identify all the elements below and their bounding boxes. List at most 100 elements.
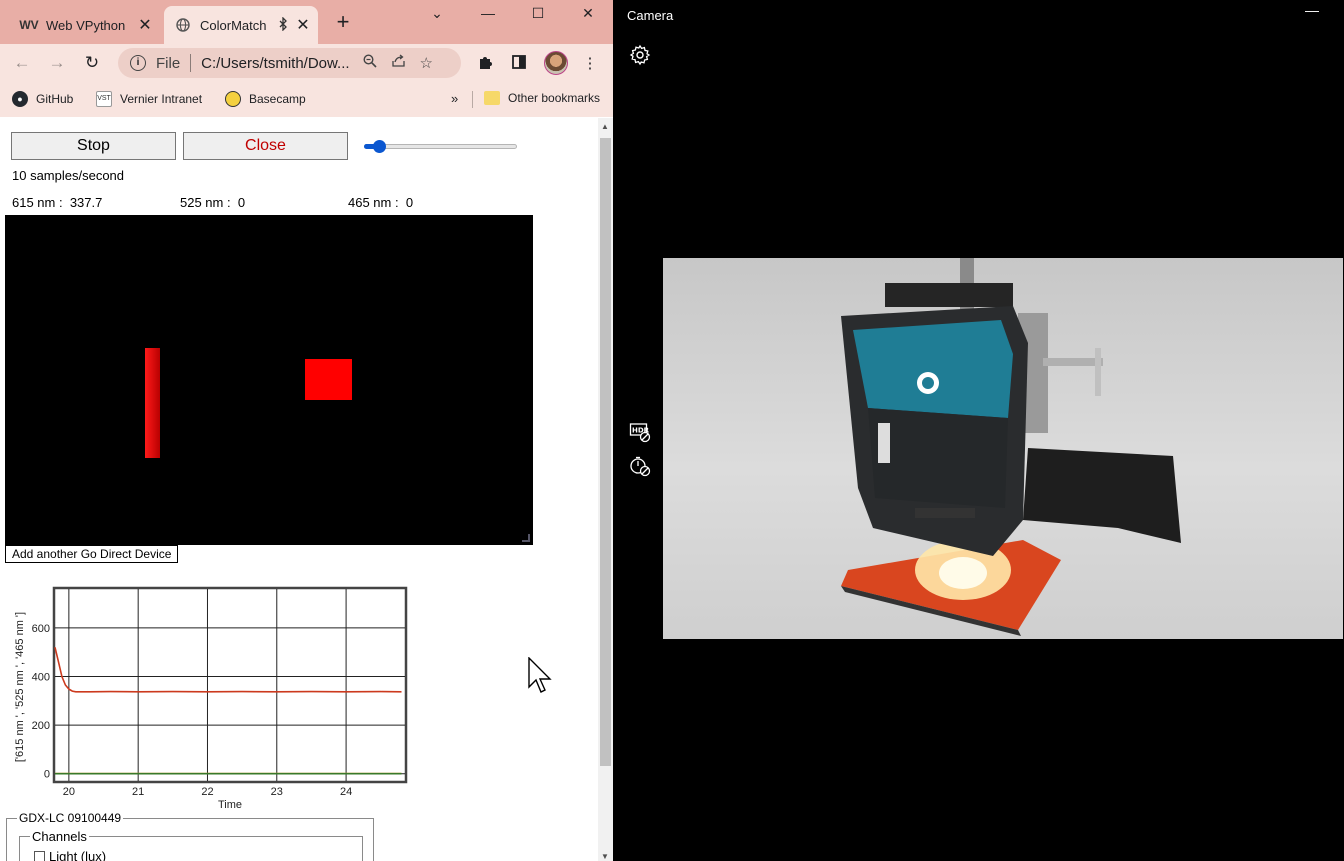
reading-465nm: 465 nm : 0 [348,195,413,210]
camera-window: Camera — HDR [615,0,1344,861]
close-tab-icon[interactable]: ✕ [136,15,154,35]
close-tab-icon[interactable]: ✕ [294,15,312,35]
scroll-thumb[interactable] [600,138,611,766]
add-device-button[interactable]: Add another Go Direct Device [5,545,179,563]
url-scheme: File [156,54,181,72]
mouse-pointer-icon [528,657,552,693]
settings-icon[interactable] [629,44,651,66]
camera-feed-image [841,258,1181,636]
github-icon: ● [12,91,28,107]
bookmark-label: Other bookmarks [508,91,601,105]
y-tick-label: 200 [32,720,50,732]
tab-label: ColorMatch [200,17,267,33]
channels-legend: Channels [30,829,89,844]
light-channel-row[interactable]: Light (lux) [34,849,106,861]
stop-button[interactable]: Stop [11,132,176,160]
bookmarks-bar: ● GitHub VST Vernier Intranet Basecamp »… [0,82,613,117]
resize-handle-icon[interactable] [522,534,530,542]
reading-value: 337.7 [69,195,103,210]
tab-web-vpython[interactable]: WV Web VPython ✕ [10,6,160,44]
device-fieldset: GDX-LC 09100449 Channels Light (lux) [6,811,374,861]
side-panel-icon[interactable] [509,54,529,74]
tab-strip: WV Web VPython ✕ ColorMatch ✕ + ⌄ — ☐ ✕ [0,0,613,44]
minimize-button[interactable]: — [473,4,503,26]
x-tick-label: 24 [340,786,352,798]
bookmark-star-icon[interactable]: ☆ [415,54,437,72]
globe-icon [174,17,192,33]
bookmark-github[interactable]: ● GitHub [12,91,73,107]
bookmark-vernier-intranet[interactable]: VST Vernier Intranet [96,91,202,107]
bookmark-label: Vernier Intranet [120,92,203,106]
divider [472,91,473,108]
light-channel-checkbox[interactable] [34,851,45,861]
x-axis-label: Time [218,799,242,810]
camera-preview[interactable] [663,258,1343,639]
reading-value: 0 [405,195,414,210]
menu-kebab-icon[interactable]: ⋮ [580,54,600,74]
camera-minimize-button[interactable]: — [1305,2,1319,18]
bookmark-basecamp[interactable]: Basecamp [225,91,306,107]
divider [190,54,192,72]
close-button[interactable]: Close [183,132,348,160]
y-tick-label: 0 [44,769,50,781]
maximize-button[interactable]: ☐ [523,4,553,26]
y-axis-label: ['615 nm ', '525 nm ', '465 nm '] [14,612,26,762]
page-scrollbar[interactable]: ▲ ▼ [598,118,613,861]
graph-svg: 20 21 22 23 24 0 200 400 600 Time ['615 nm ', '525… [14,586,408,810]
red-bar-object [145,348,160,458]
rate-slider-track[interactable] [364,144,517,149]
timer-off-icon[interactable] [629,455,651,477]
zoom-icon[interactable] [359,54,381,72]
plot-frame [52,586,408,784]
bluetooth-icon [276,15,290,34]
vpython-favicon-icon: WV [19,18,39,32]
sample-rate-text: 10 samples/second [12,168,125,183]
browser-toolbar: ← → ↻ i File C:/Users/tsmith/Dow... ☆ ⋮ [0,44,613,82]
x-tick-label: 21 [132,786,144,798]
back-arrow-icon[interactable]: ← [10,52,34,74]
reading-525nm: 525 nm : 0 [180,195,245,210]
more-bookmarks-chevron-icon[interactable]: » [451,91,458,106]
light-channel-label: Light (lux) [49,849,107,861]
y-tick-label: 400 [32,671,50,683]
red-box-object [305,359,352,400]
x-tick-label: 23 [271,786,283,798]
rate-slider-thumb[interactable] [373,140,387,153]
reading-615nm: 615 nm : 337.7 [12,195,102,210]
scroll-up-arrow-icon[interactable]: ▲ [601,122,609,131]
reading-value: 0 [237,195,246,210]
desktop: WV Web VPython ✕ ColorMatch ✕ + ⌄ — ☐ ✕ … [0,0,1344,861]
sensor-graph[interactable]: 20 21 22 23 24 0 200 400 600 Time ['615 nm ', '525… [5,565,417,810]
profile-avatar[interactable] [544,51,568,75]
forward-arrow-icon[interactable]: → [45,52,69,74]
scroll-down-arrow-icon[interactable]: ▼ [601,852,609,861]
tab-search-icon[interactable]: ⌄ [422,4,452,26]
url-text[interactable]: C:/Users/tsmith/Dow... [201,55,353,72]
hdr-off-icon[interactable]: HDR [629,421,651,443]
folder-icon [484,91,500,105]
tab-colormatch[interactable]: ColorMatch ✕ [164,6,318,44]
camera-title: Camera [627,8,674,23]
bookmark-label: Basecamp [249,92,306,106]
device-legend: GDX-LC 09100449 [17,811,124,825]
reading-label: 615 nm : [12,195,63,210]
page-content: Stop Close 10 samples/second 615 nm : 33… [0,118,598,861]
site-info-icon[interactable]: i [130,55,146,71]
channels-fieldset: Channels Light (lux) [19,829,363,861]
reading-label: 465 nm : [348,195,399,210]
extensions-icon[interactable] [475,54,495,74]
tab-label: Web VPython [46,17,126,33]
browser-window: WV Web VPython ✕ ColorMatch ✕ + ⌄ — ☐ ✕ … [0,0,613,861]
new-tab-button[interactable]: + [331,11,355,35]
window-close-button[interactable]: ✕ [573,4,603,26]
address-bar[interactable]: i File C:/Users/tsmith/Dow... ☆ [118,48,461,78]
x-tick-label: 20 [63,786,75,798]
share-icon[interactable] [387,54,409,72]
other-bookmarks[interactable]: Other bookmarks [484,91,600,105]
reload-icon[interactable]: ↻ [80,52,104,74]
y-tick-label: 600 [32,623,50,635]
vernier-logo-icon: VST [96,91,112,107]
reading-label: 525 nm : [180,195,231,210]
x-tick-label: 22 [201,786,213,798]
vpython-3d-canvas[interactable] [5,215,533,545]
